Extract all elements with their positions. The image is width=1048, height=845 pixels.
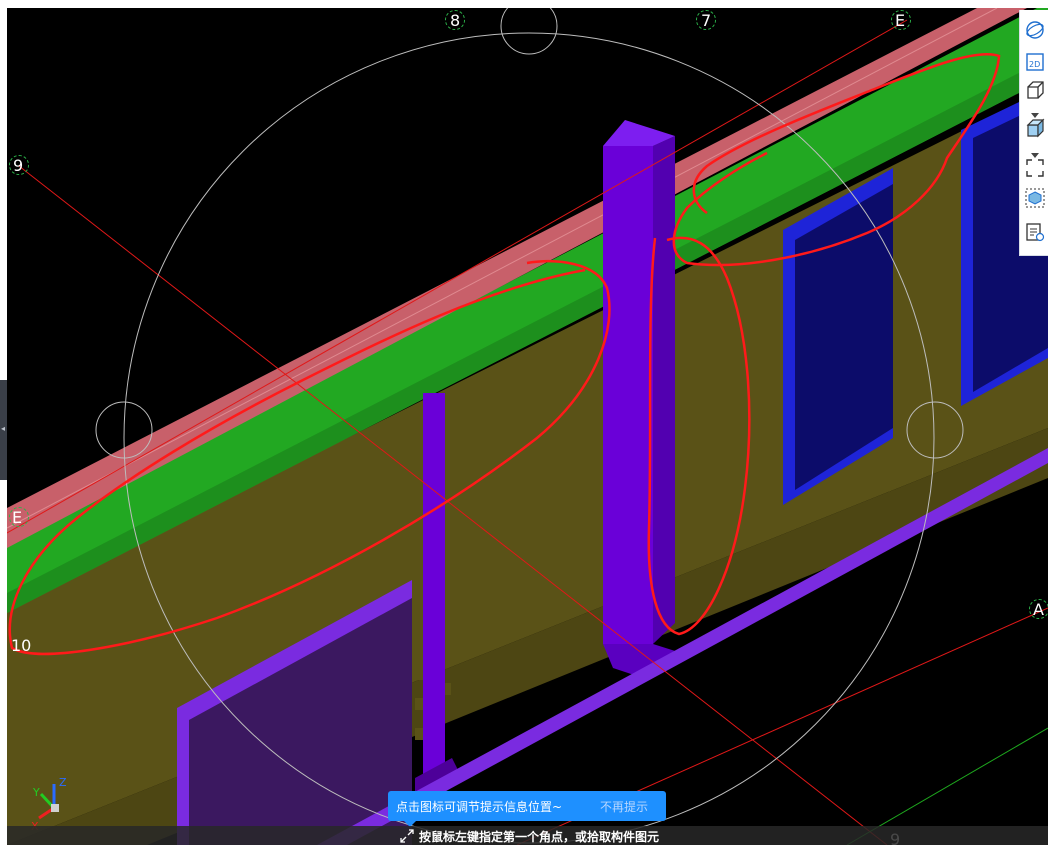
tip-bubble[interactable]: 点击图标可调节提示信息位置~ 不再提示	[388, 791, 666, 827]
properties-icon[interactable]	[1023, 220, 1047, 244]
command-prompt-text: 按鼠标左键指定第一个角点，或拾取构件图元	[419, 830, 660, 844]
side-panel-collapse-handle[interactable]: ◂	[0, 380, 7, 480]
cursor-corner-icon	[400, 829, 414, 843]
3d-view-icon[interactable]	[1023, 78, 1047, 102]
axis-y-label: Y	[32, 786, 40, 799]
view-toolbar: 2D	[1019, 10, 1048, 256]
tip-text: 点击图标可调节提示信息位置~	[396, 799, 563, 814]
axis-z-label: Z	[59, 776, 67, 789]
orbit-icon[interactable]	[1023, 18, 1047, 42]
grid-label-E-top: E	[895, 11, 906, 30]
axis-gizmo[interactable]: Z Y X	[29, 774, 79, 834]
grid-label-A: A	[1033, 600, 1044, 619]
tip-dismiss-button[interactable]: 不再提示	[600, 798, 648, 815]
column-side[interactable]	[653, 136, 675, 644]
grid-label-7: 7	[701, 11, 712, 30]
grid-label-9: 9	[13, 156, 24, 175]
select-region-icon[interactable]	[1023, 156, 1047, 180]
grid-label-10: 10	[11, 636, 32, 655]
2d-label: 2D	[1029, 60, 1040, 69]
2d-view-icon[interactable]: 2D	[1023, 50, 1047, 74]
chevron-down-icon-2[interactable]	[1031, 144, 1039, 158]
grid-label-8: 8	[450, 11, 461, 30]
chevron-down-icon[interactable]	[1031, 104, 1039, 118]
collapse-arrow-icon[interactable]: ◂	[1, 424, 6, 434]
orbit-handle-top[interactable]	[500, 8, 558, 55]
command-prompt-bar: 按鼠标左键指定第一个角点，或拾取构件图元	[7, 826, 1048, 845]
solid-box-icon[interactable]	[1023, 116, 1047, 140]
grid-label-E-left: E	[12, 508, 23, 527]
model-scene[interactable]	[7, 8, 1048, 845]
component-view-icon[interactable]	[1023, 186, 1047, 210]
pilaster[interactable]	[423, 393, 445, 788]
3d-viewport[interactable]: 8 7 E 9 E 10 A 9 Z Y X	[7, 8, 1048, 845]
column[interactable]	[603, 146, 653, 644]
